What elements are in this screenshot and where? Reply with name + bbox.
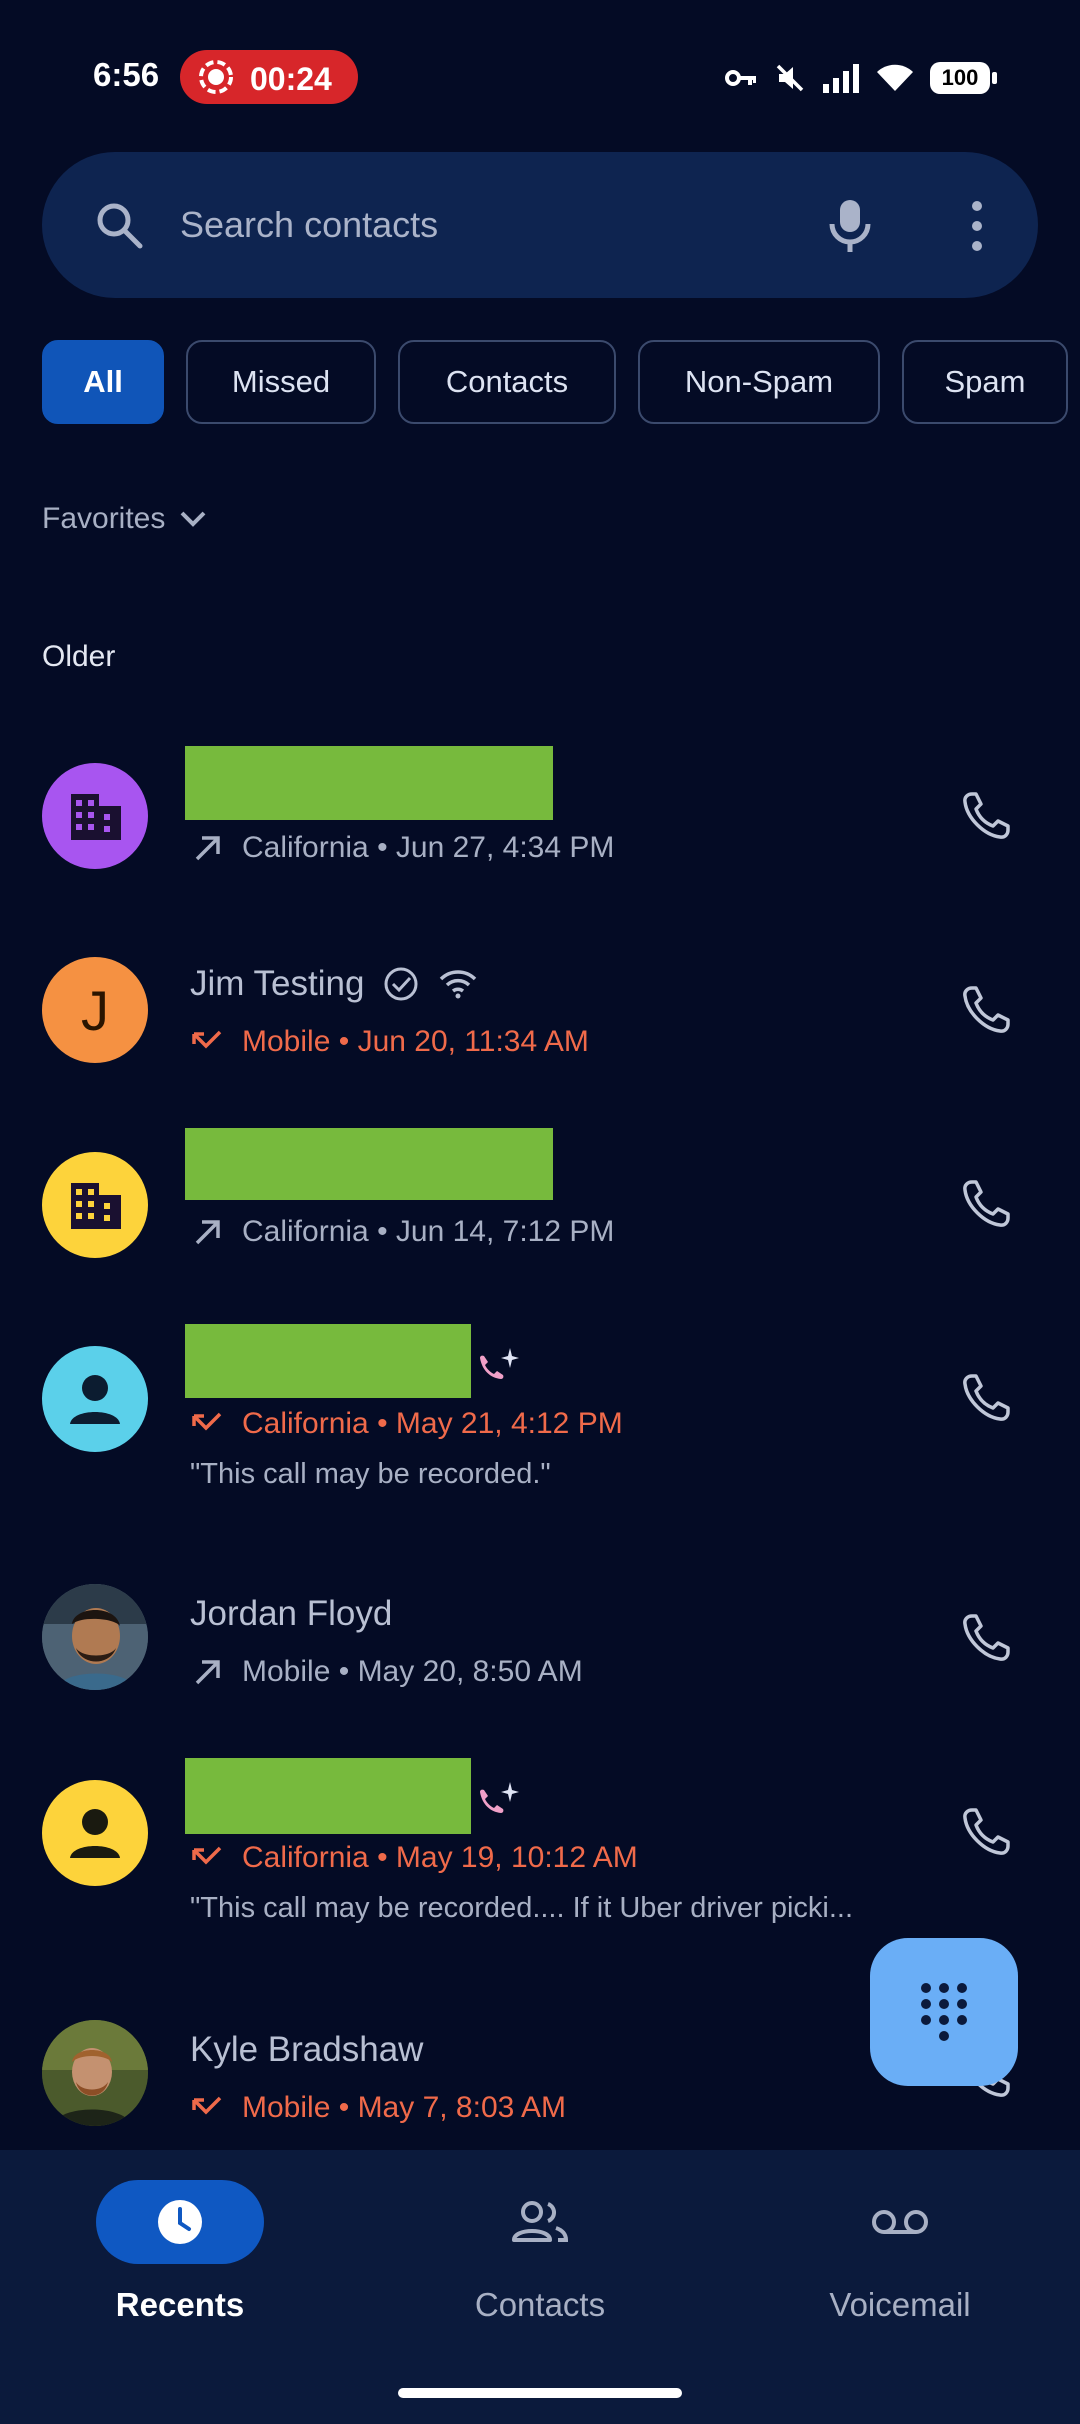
contact-name-row: Jordan Floyd	[190, 1594, 392, 1634]
nav-tab-contacts[interactable]: Contacts	[410, 2180, 670, 2324]
contact-name-row: Jim Testing	[190, 964, 478, 1004]
dialpad-icon	[921, 1983, 967, 2041]
outgoing-call-arrow-icon	[195, 1660, 220, 1685]
avatar-photo	[42, 2020, 148, 2126]
call-screen-sparkle-icon	[480, 1782, 519, 1813]
filter-chip-all[interactable]: All	[42, 340, 164, 424]
chevron-down-icon	[180, 511, 206, 527]
call-icon[interactable]	[958, 1610, 1014, 1666]
favorites-label: Favorites	[42, 502, 166, 535]
missed-call-arrow-icon	[192, 1846, 222, 1865]
wifi-calling-icon	[440, 970, 477, 999]
missed-call-arrow-icon	[192, 1412, 222, 1431]
nav-label-recents: Recents	[115, 2286, 245, 2323]
person-photo-icon	[42, 2020, 148, 2126]
more-options-icon[interactable]	[962, 198, 992, 254]
avatar	[42, 763, 148, 869]
record-icon	[199, 60, 233, 94]
verified-check-icon	[384, 967, 418, 1001]
call-icon[interactable]	[958, 982, 1014, 1038]
section-header-older: Older	[42, 640, 116, 673]
call-details: California • May 21, 4:12 PM	[190, 1406, 623, 1442]
filter-chip-contacts[interactable]: Contacts	[398, 340, 616, 424]
vpn-key-icon	[725, 70, 756, 86]
contacts-icon	[512, 2201, 569, 2242]
call-transcript-preview: "This call may be recorded.... If it Ube…	[190, 1892, 854, 1924]
avatar	[42, 1780, 148, 1886]
nav-label-contacts: Contacts	[474, 2286, 606, 2323]
signal-icon	[823, 64, 859, 93]
missed-call-arrow-icon	[192, 2096, 222, 2115]
filter-chip-missed[interactable]: Missed	[186, 340, 376, 424]
outgoing-call-arrow-icon	[195, 1220, 220, 1245]
avatar-photo	[42, 1584, 148, 1690]
call-details: Mobile • Jun 20, 11:34 AM	[190, 1024, 589, 1060]
call-details: Mobile • May 7, 8:03 AM	[190, 2090, 566, 2126]
redacted-contact-name	[185, 1324, 471, 1398]
status-bar: 6:56 00:24 100	[0, 0, 1080, 150]
nav-pill-contacts	[456, 2180, 624, 2264]
search-icon	[97, 203, 143, 249]
dialpad-button[interactable]	[870, 1938, 1018, 2086]
call-details: California • Jun 27, 4:34 PM	[190, 830, 614, 866]
nav-label-voicemail: Voicemail	[829, 2286, 971, 2323]
contact-name: Jordan Floyd	[190, 1594, 393, 1633]
outgoing-call-arrow-icon	[195, 836, 220, 861]
battery-indicator: 100	[930, 62, 997, 94]
microphone-icon[interactable]	[822, 196, 878, 256]
contact-name: Kyle Bradshaw	[190, 2030, 424, 2069]
redacted-contact-name	[185, 1758, 471, 1834]
nav-tab-recents[interactable]: Recents	[50, 2180, 310, 2324]
search-bar[interactable]	[42, 152, 1038, 298]
nav-tab-voicemail[interactable]: Voicemail	[770, 2180, 1030, 2324]
avatar	[42, 1152, 148, 1258]
redacted-contact-name	[185, 1128, 553, 1200]
mute-icon	[776, 64, 804, 92]
call-details: Mobile • May 20, 8:50 AM	[190, 1654, 583, 1690]
filter-chips: All Missed Contacts Non-Spam Spam	[42, 340, 1068, 424]
search-input[interactable]	[180, 200, 820, 250]
redacted-contact-name	[185, 746, 553, 820]
home-indicator[interactable]	[398, 2388, 682, 2398]
call-icon[interactable]	[958, 1370, 1014, 1426]
avatar	[42, 1346, 148, 1452]
nav-pill-recents	[96, 2180, 264, 2264]
recording-timer: 00:24	[250, 61, 332, 97]
filter-chip-spam[interactable]: Spam	[902, 340, 1068, 424]
status-icons: 100	[724, 56, 997, 100]
person-icon	[70, 1809, 120, 1858]
call-details: California • Jun 14, 7:12 PM	[190, 1214, 614, 1250]
person-icon	[70, 1375, 120, 1424]
missed-call-arrow-icon	[192, 1030, 222, 1049]
call-transcript-preview: "This call may be recorded."	[190, 1458, 551, 1490]
avatar: J	[42, 957, 148, 1063]
business-icon	[71, 1183, 121, 1229]
favorites-toggle[interactable]: Favorites	[42, 502, 207, 536]
screen-recording-indicator[interactable]: 00:24	[180, 50, 358, 104]
filter-chip-non-spam[interactable]: Non-Spam	[638, 340, 880, 424]
voicemail-icon	[872, 2210, 928, 2234]
nav-pill-voicemail	[816, 2180, 984, 2264]
call-icon[interactable]	[958, 788, 1014, 844]
contact-name-row: Kyle Bradshaw	[190, 2030, 423, 2070]
business-icon	[71, 794, 121, 840]
call-screen-sparkle-icon	[480, 1348, 519, 1379]
call-icon[interactable]	[958, 1176, 1014, 1232]
call-icon[interactable]	[958, 1804, 1014, 1860]
wifi-icon	[877, 64, 913, 91]
bottom-navigation: Recents Contacts Voicemail	[0, 2150, 1080, 2424]
clock-icon	[158, 2200, 202, 2244]
status-time: 6:56	[93, 56, 160, 93]
contact-name: Jim Testing	[190, 964, 365, 1003]
person-photo-icon	[42, 1584, 148, 1690]
call-details: California • May 19, 10:12 AM	[190, 1840, 638, 1876]
